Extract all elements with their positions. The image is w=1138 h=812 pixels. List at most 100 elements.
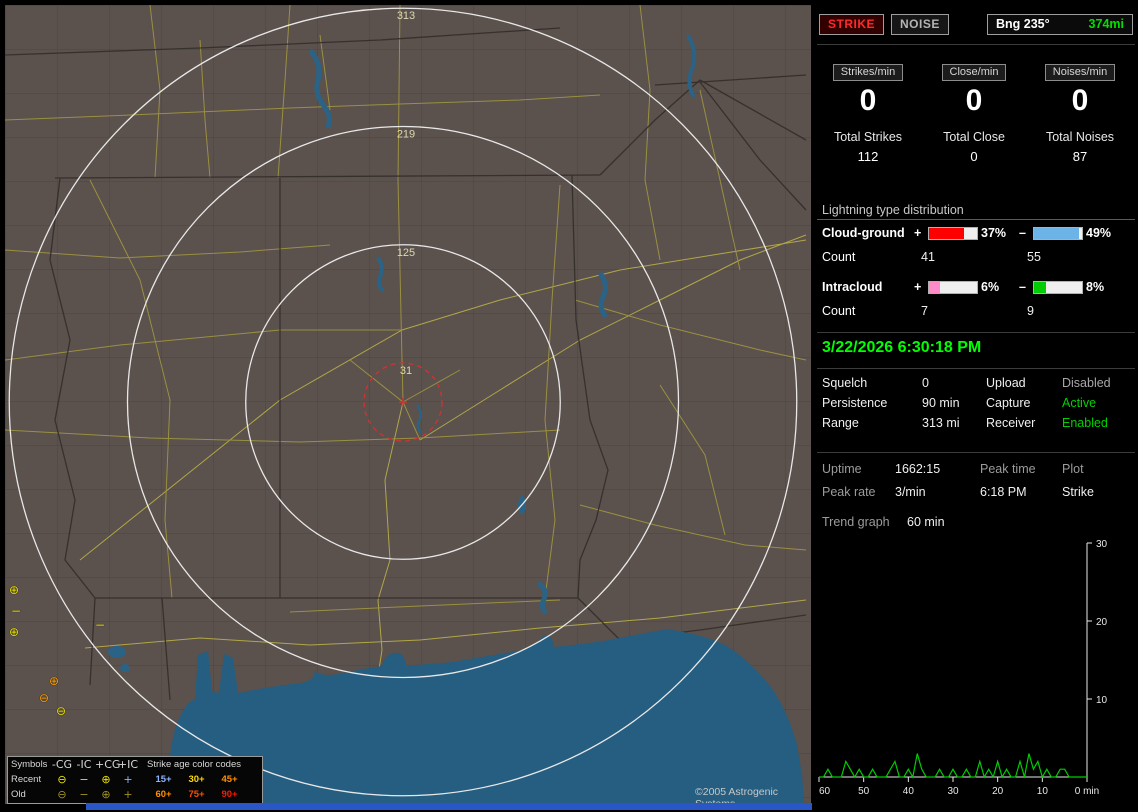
trend-graph: 30 20 10 60 50 40 30 20 10 0 min — [817, 537, 1135, 807]
plot-label: Plot — [1062, 462, 1084, 476]
settings-row-1: Squelch 0 Upload Disabled — [822, 376, 1134, 390]
total-noises-label: Total Noises — [1045, 130, 1115, 144]
count-label: Count — [822, 304, 856, 318]
trend-graph-window: 60 min — [907, 515, 945, 529]
squelch-label: Squelch — [822, 376, 868, 390]
map-legend: Symbols -CG -IC +CG +IC Strike age color… — [7, 756, 263, 804]
legend-recent-label: Recent — [11, 774, 42, 785]
svg-text:60: 60 — [819, 786, 831, 797]
legend-recent-row: Recent ⊖ − ⊕ + 15+ 30+ 45+ — [8, 772, 262, 787]
totals-labels-row: Total Strikes Total Close Total Noises — [815, 130, 1133, 144]
svg-text:30: 30 — [947, 786, 959, 797]
ic-count-row: Count 7 9 — [822, 304, 1134, 318]
cg-negative-bar — [1033, 226, 1083, 240]
uptime-label: Uptime — [822, 462, 862, 476]
ring-label-125: 125 — [397, 247, 415, 259]
pos-cg-recent-icon: ⊕ — [101, 773, 111, 786]
legend-col-neg-ic: -IC — [76, 758, 92, 771]
strike-symbol-minus: − — [10, 604, 22, 618]
separator — [817, 368, 1135, 369]
legend-header-row: Symbols -CG -IC +CG +IC Strike age color… — [8, 757, 262, 772]
noise-mode-button[interactable]: NOISE — [891, 14, 949, 35]
ring-label-31: 31 — [400, 365, 412, 377]
strikes-per-min-button[interactable]: Strikes/min — [832, 64, 904, 81]
settings-row-3: Range 313 mi Receiver Enabled — [822, 416, 1134, 430]
neg-ic-recent-icon: − — [79, 773, 89, 786]
age-75: 75+ — [188, 789, 205, 800]
peak-time-value: 6:18 PM — [980, 485, 1027, 499]
rate-chips-row: Strikes/min Close/min Noises/min — [815, 62, 1133, 81]
age-15: 15+ — [155, 774, 172, 785]
plus-sign: + — [914, 280, 922, 294]
mode-toggle-row: STRIKE NOISE Bng 235° 374mi — [819, 14, 1133, 35]
bearing-indicator: Bng 235° 374mi — [987, 14, 1133, 35]
neg-cg-recent-icon: ⊖ — [57, 773, 67, 786]
plus-sign: + — [914, 226, 922, 240]
svg-text:10: 10 — [1096, 695, 1108, 706]
cg-negative-count: 55 — [1027, 250, 1041, 264]
separator — [817, 332, 1135, 333]
intracloud-label: Intracloud — [822, 280, 883, 294]
legend-old-row: Old ⊖ − ⊕ + 60+ 75+ 90+ — [8, 787, 262, 802]
total-noises-value: 87 — [1072, 149, 1088, 164]
map-display[interactable]: 313 219 125 31 ⊕ − ⊕ − ⊕ ⊖ ⊖ ©2005 Astrogenic Sys… — [5, 5, 811, 804]
datetime-display: 3/22/2026 6:30:18 PM — [822, 339, 982, 356]
legend-col-pos-cg: +CG — [95, 758, 121, 771]
total-strikes-label: Total Strikes — [833, 130, 903, 144]
noises-per-min-button[interactable]: Noises/min — [1044, 64, 1116, 81]
persistence-value: 90 min — [922, 396, 960, 410]
legend-old-label: Old — [11, 789, 26, 800]
intracloud-row: Intracloud + 6% – 8% — [822, 280, 1134, 294]
legend-symbols-label: Symbols — [11, 759, 48, 770]
separator — [817, 452, 1135, 453]
strike-symbol-circle-minus: ⊖ — [55, 704, 67, 718]
total-close-value: 0 — [970, 149, 978, 164]
neg-ic-old-icon: − — [79, 788, 89, 801]
peak-time-label: Peak time — [980, 462, 1036, 476]
plot-value: Strike — [1062, 485, 1094, 499]
strike-symbol-minus: − — [94, 618, 106, 632]
age-60: 60+ — [155, 789, 172, 800]
ic-negative-pct: 8% — [1086, 280, 1105, 294]
legend-col-pos-ic: +IC — [117, 758, 139, 771]
ic-positive-count: 7 — [921, 304, 928, 318]
bearing-label: Bng 235° — [996, 17, 1050, 31]
svg-text:20: 20 — [1096, 617, 1108, 628]
close-per-min-button[interactable]: Close/min — [941, 64, 1007, 81]
window-bottom-border — [86, 803, 812, 810]
settings-row-2: Persistence 90 min Capture Active — [822, 396, 1134, 410]
cg-positive-bar — [928, 226, 978, 240]
count-label: Count — [822, 250, 856, 264]
ring-label-313: 313 — [397, 10, 415, 22]
ic-positive-pct: 6% — [981, 280, 1000, 294]
age-45: 45+ — [221, 774, 238, 785]
pos-ic-old-icon: + — [123, 788, 133, 801]
distribution-title: Lightning type distribution — [822, 203, 964, 217]
uptime-value: 1662:15 — [895, 462, 941, 476]
upload-label: Upload — [986, 376, 1026, 390]
peak-rate-value: 3/min — [895, 485, 926, 499]
bearing-distance: 374mi — [1088, 17, 1124, 31]
strike-symbol-circle-minus: ⊖ — [38, 691, 50, 705]
strikes-per-min-value: 0 — [859, 84, 877, 117]
status-panel: STRIKE NOISE Bng 235° 374mi Strikes/min … — [815, 0, 1138, 812]
persistence-label: Persistence — [822, 396, 888, 410]
pos-ic-recent-icon: + — [123, 773, 133, 786]
svg-text:40: 40 — [903, 786, 915, 797]
app-window: 313 219 125 31 ⊕ − ⊕ − ⊕ ⊖ ⊖ ©2005 Astrogenic Sys… — [0, 0, 1138, 812]
receiver-status: Enabled — [1062, 416, 1108, 430]
ring-label-219: 219 — [397, 128, 415, 140]
strike-mode-button[interactable]: STRIKE — [819, 14, 885, 35]
capture-status: Active — [1062, 396, 1097, 410]
cg-positive-count: 41 — [921, 250, 935, 264]
total-strikes-value: 112 — [857, 149, 879, 164]
upload-status: Disabled — [1062, 376, 1111, 390]
close-per-min-value: 0 — [965, 84, 983, 117]
strike-symbol-circle-plus: ⊕ — [8, 625, 20, 639]
strike-symbol-circle-plus: ⊕ — [8, 583, 20, 597]
separator — [817, 44, 1135, 45]
ic-negative-bar — [1033, 280, 1083, 294]
stats-row-1: Uptime 1662:15 Peak time Plot — [822, 462, 1134, 476]
capture-label: Capture — [986, 396, 1031, 410]
ic-negative-count: 9 — [1027, 304, 1034, 318]
